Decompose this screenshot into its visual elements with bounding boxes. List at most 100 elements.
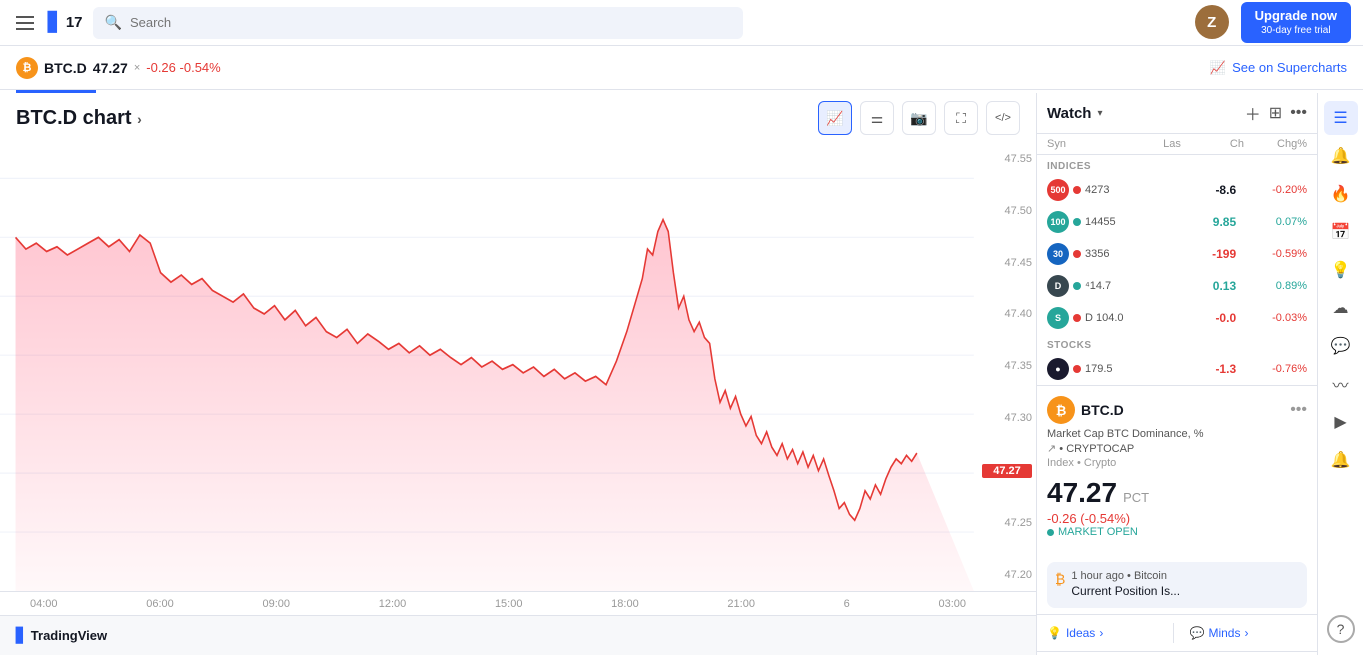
price-tick-2: 47.50 [982, 205, 1032, 217]
index-row-nas100[interactable]: 100 14455 9.85 0.07% [1037, 206, 1317, 238]
ideas-icon: 💡 [1047, 626, 1062, 640]
chart-title-arrow: › [137, 111, 142, 127]
col-las: Las [1122, 138, 1181, 150]
minds-button[interactable]: 💬 Minds › [1182, 626, 1308, 640]
d1-price: 0.13 [1169, 279, 1236, 293]
sidebar-cloud-button[interactable]: ☁ [1324, 291, 1358, 325]
watch-add-button[interactable]: ＋ [1245, 101, 1261, 125]
sidebar-wave-button[interactable]: 〰 [1324, 367, 1358, 401]
index-row-sd[interactable]: S D 104.0 -0.0 -0.03% [1037, 302, 1317, 334]
dow30-badge: 30 [1047, 243, 1069, 265]
nav-right: Z Upgrade now 30-day free trial [1195, 2, 1351, 44]
btcd-icon: ₿ [1047, 396, 1075, 424]
tv-logo: ▋ TradingView [16, 627, 107, 644]
code-button[interactable]: </> [986, 101, 1020, 135]
btcd-price: 47.27 [1047, 477, 1117, 509]
sidebar-play-button[interactable]: ▶ [1324, 405, 1358, 439]
time-axis: 04:00 06:00 09:00 12:00 15:00 18:00 21:0… [0, 591, 1036, 615]
time-06: 06:00 [146, 598, 174, 610]
add-note-row[interactable]: 📝 Add note ＋ [1037, 651, 1317, 655]
btcd-unit: PCT [1123, 490, 1149, 505]
top-nav: ▋ 17 🔍 Z Upgrade now 30-day free trial [0, 0, 1363, 46]
price-tick-1: 47.55 [982, 153, 1032, 165]
stock-row-1[interactable]: ● 179.5 -1.3 -0.76% [1037, 353, 1317, 385]
stock1-ch: -0.76% [1240, 363, 1307, 375]
right-sidebar: ☰ 🔔 🔥 📅 💡 ☁ 💬 〰 ▶ 🔔 ? [1317, 93, 1363, 655]
screenshot-button[interactable]: 📷 [902, 101, 936, 135]
help-button[interactable]: ? [1327, 615, 1355, 643]
d1-ch: 0.89% [1240, 280, 1307, 292]
stock1-price: -1.3 [1169, 362, 1236, 376]
nas100-price: 9.85 [1169, 215, 1236, 229]
nas100-badge: 100 [1047, 211, 1069, 233]
time-21: 21:00 [727, 598, 755, 610]
price-tick-8: 47.20 [982, 569, 1032, 581]
status-dot [1047, 529, 1054, 536]
price-tick-7: 47.25 [982, 517, 1032, 529]
nas100-dot [1073, 218, 1081, 226]
index-row-d1[interactable]: D ⁴14.7 0.13 0.89% [1037, 270, 1317, 302]
right-panel: Watch ▾ ＋ ⊞ ••• Syn Las Ch Chg% INDICES … [1037, 93, 1317, 655]
time-15: 15:00 [495, 598, 523, 610]
index-row-sp500[interactable]: 500 4273 -8.6 -0.20% [1037, 174, 1317, 206]
sidebar-calendar-button[interactable]: 📅 [1324, 215, 1358, 249]
btcd-status: MARKET OPEN [1047, 526, 1307, 538]
sd-dot [1073, 314, 1081, 322]
sp500-dot [1073, 186, 1081, 194]
price-tick-4: 47.40 [982, 308, 1032, 320]
news-icon: ₿ [1055, 571, 1065, 600]
stock1-dot [1073, 365, 1081, 373]
line-chart-button[interactable]: 📈 [818, 101, 852, 135]
news-item[interactable]: ₿ 1 hour ago • Bitcoin Current Position … [1047, 562, 1307, 608]
logo-icon: ▋ [48, 12, 62, 33]
ideas-button[interactable]: 💡 Ideas › [1047, 626, 1165, 640]
search-bar[interactable]: 🔍 [93, 7, 743, 39]
avatar[interactable]: Z [1195, 5, 1229, 39]
btcd-source: ↗ • CRYPTOCAP [1047, 442, 1307, 455]
ideas-row: 💡 Ideas › 💬 Minds › [1037, 614, 1317, 651]
bottom-bar: ▋ TradingView [0, 615, 1036, 655]
upgrade-button[interactable]: Upgrade now 30-day free trial [1241, 2, 1351, 44]
sd-sym: D 104.0 [1085, 312, 1165, 324]
logo-text: 17 [66, 14, 83, 31]
sidebar-bulb-button[interactable]: 💡 [1324, 253, 1358, 287]
d1-badge: D [1047, 275, 1069, 297]
logo[interactable]: ▋ 17 [48, 12, 83, 33]
watch-title: Watch [1047, 105, 1091, 122]
sidebar-chat-button[interactable]: 💬 [1324, 329, 1358, 363]
news-content: 1 hour ago • Bitcoin Current Position Is… [1071, 570, 1180, 600]
tv-logo-text: TradingView [31, 628, 107, 643]
hamburger-button[interactable] [12, 12, 38, 34]
candle-chart-button[interactable]: ⚌ [860, 101, 894, 135]
col-syn: Syn [1047, 138, 1118, 150]
btcd-price-row: 47.27 PCT [1047, 477, 1307, 509]
sidebar-alarm-button[interactable]: 🔔 [1324, 139, 1358, 173]
d1-dot [1073, 282, 1081, 290]
chart-header: BTC.D chart › 📈 ⚌ 📷 ⛶ </> [0, 93, 1036, 143]
watch-actions: ＋ ⊞ ••• [1245, 101, 1307, 125]
fullscreen-button[interactable]: ⛶ [944, 101, 978, 135]
news-title: Current Position Is... [1071, 584, 1180, 600]
watch-more-button[interactable]: ••• [1290, 104, 1307, 122]
col-chg: Chg% [1248, 138, 1307, 150]
sidebar-bell-button[interactable]: 🔔 [1324, 443, 1358, 477]
indices-label: INDICES [1037, 155, 1317, 174]
sp500-price: -8.6 [1169, 183, 1236, 197]
sidebar-list-button[interactable]: ☰ [1324, 101, 1358, 135]
search-input[interactable] [130, 15, 731, 30]
sidebar-fire-button[interactable]: 🔥 [1324, 177, 1358, 211]
chart-title[interactable]: BTC.D chart › [16, 107, 142, 130]
search-icon: 🔍 [105, 14, 122, 31]
ticker-bar: ₿ BTC.D 47.27 × -0.26 -0.54% 📈 See on Su… [0, 46, 1363, 90]
d1-sym: ⁴14.7 [1085, 280, 1165, 292]
sd-price: -0.0 [1169, 311, 1236, 325]
ideas-chevron-icon: › [1099, 626, 1103, 640]
watch-grid-button[interactable]: ⊞ [1269, 103, 1282, 123]
ticker-symbol[interactable]: ₿ BTC.D 47.27 × -0.26 -0.54% [16, 57, 221, 79]
btcd-more-button[interactable]: ••• [1290, 401, 1307, 419]
btcd-desc: Market Cap BTC Dominance, % [1047, 428, 1307, 440]
time-12: 12:00 [379, 598, 407, 610]
nas100-sym: 14455 [1085, 216, 1165, 228]
index-row-dow30[interactable]: 30 3356 -199 -0.59% [1037, 238, 1317, 270]
see-supercharts-link[interactable]: 📈 See on Supercharts [1210, 60, 1347, 76]
